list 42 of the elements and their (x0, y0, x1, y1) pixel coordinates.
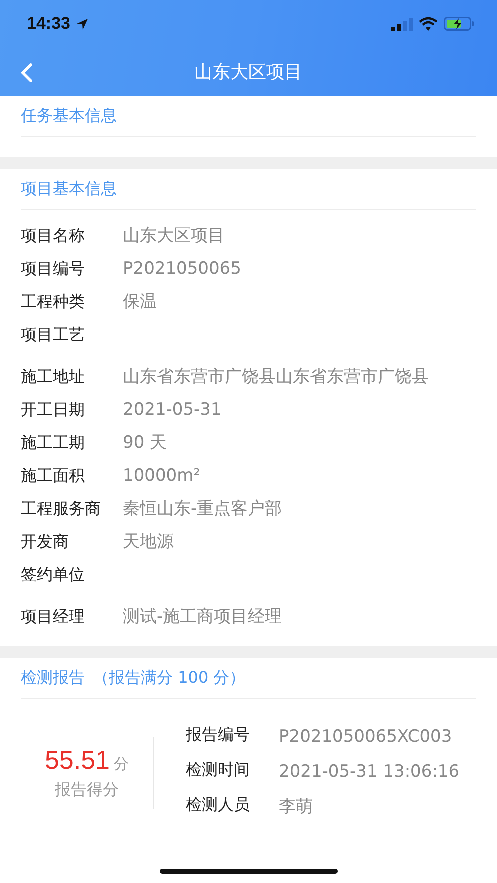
field-label: 报告编号 (186, 725, 251, 746)
field-value: 李萌 (279, 796, 314, 819)
section-title: 检测报告 (21, 668, 85, 689)
score-label: 报告得分 (55, 780, 119, 800)
field-label: 检测时间 (186, 760, 251, 781)
section-subtitle: （报告满分 100 分） (93, 668, 246, 689)
field-label: 项目编号 (21, 258, 86, 280)
field-label: 施工地址 (21, 366, 86, 388)
field-value: 保温 (123, 291, 158, 314)
page-title: 山东大区项目 (194, 61, 302, 84)
back-icon[interactable] (20, 62, 34, 84)
field-label: 签约单位 (21, 564, 86, 586)
field-label: 施工工期 (21, 432, 86, 454)
section-title: 任务基本信息 (21, 106, 117, 127)
status-time: 14:33 (27, 14, 70, 34)
field-label: 开发商 (21, 531, 70, 553)
score-value: 55.51 (44, 744, 110, 776)
field-label: 项目工艺 (21, 324, 86, 346)
field-value: 测试-施工商项目经理 (123, 606, 284, 629)
field-value: P2021050065XC003 (279, 726, 454, 749)
field-value: 90 天 (123, 432, 168, 455)
wifi-icon (419, 17, 438, 31)
field-value: 10000m² (123, 465, 202, 488)
field-value: 2021-05-31 (123, 399, 223, 422)
field-label: 项目经理 (21, 606, 86, 628)
score-unit: 分 (114, 754, 130, 774)
field-label: 工程种类 (21, 291, 86, 313)
field-label: 检测人员 (186, 795, 251, 816)
field-value: 2021-05-31 13:06:16 (279, 761, 461, 784)
field-value: 秦恒山东-重点客户部 (123, 498, 284, 521)
section-title: 项目基本信息 (21, 179, 117, 200)
field-label: 工程服务商 (21, 498, 102, 520)
signal-icon (391, 18, 413, 30)
field-label: 开工日期 (21, 399, 86, 421)
battery-charging-icon (444, 17, 475, 31)
location-arrow-icon (76, 18, 90, 30)
field-value: P2021050065 (123, 258, 242, 281)
field-value: 山东大区项目 (123, 225, 226, 248)
field-label: 项目名称 (21, 225, 86, 247)
field-value: 天地源 (123, 531, 175, 554)
field-value: 山东省东营市广饶县山东省东营市广饶县 (123, 366, 430, 389)
field-label: 施工面积 (21, 465, 86, 487)
